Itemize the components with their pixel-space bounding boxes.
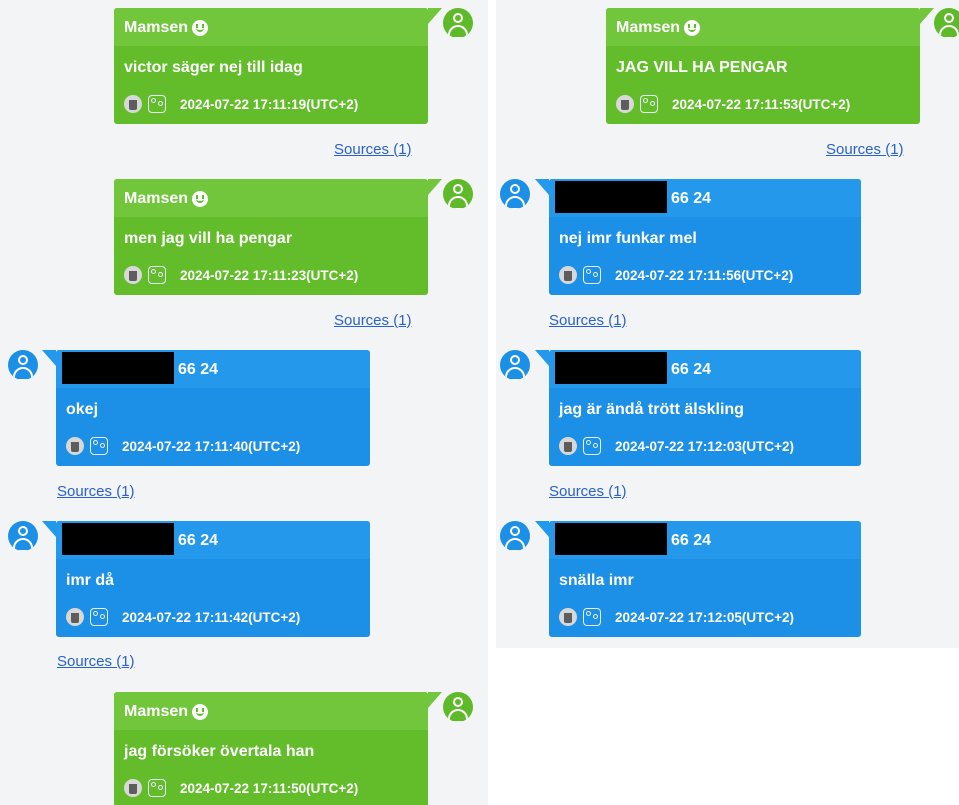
timestamp: 2024-07-22 17:12:03(UTC+2)	[615, 438, 794, 454]
timestamp: 2024-07-22 17:11:53(UTC+2)	[672, 96, 851, 112]
sender-name: Mamsen	[124, 702, 209, 722]
redacted-name	[62, 352, 174, 384]
user-avatar-icon	[443, 8, 473, 38]
timestamp: 2024-07-22 17:12:05(UTC+2)	[615, 609, 794, 625]
trash-icon[interactable]	[66, 437, 84, 455]
message-text: victor säger nej till idag	[124, 59, 303, 76]
phone-number-suffix: 66 24	[671, 361, 712, 378]
message-meta: 2024-07-22 17:11:42(UTC+2)	[66, 607, 300, 627]
people-icon[interactable]	[90, 437, 108, 455]
people-icon[interactable]	[148, 779, 166, 797]
sender-name: Mamsen	[616, 18, 701, 38]
message-text: imr då	[66, 572, 115, 589]
trash-icon[interactable]	[124, 266, 142, 284]
message-text: snälla imr	[559, 572, 634, 589]
redacted-name	[555, 523, 667, 555]
trash-icon[interactable]	[616, 95, 634, 113]
people-icon[interactable]	[583, 437, 601, 455]
timestamp: 2024-07-22 17:11:56(UTC+2)	[615, 267, 794, 283]
sent-message-bubble[interactable]: Mamsen victor säger nej till idag 2024-0…	[114, 8, 442, 124]
people-icon[interactable]	[148, 266, 166, 284]
timestamp: 2024-07-22 17:11:40(UTC+2)	[122, 438, 301, 454]
sources-link[interactable]: Sources (1)	[334, 312, 412, 329]
user-avatar-icon	[8, 350, 38, 380]
message-meta: 2024-07-22 17:11:53(UTC+2)	[616, 94, 850, 114]
message-meta: 2024-07-22 17:12:05(UTC+2)	[559, 607, 794, 627]
user-avatar-icon	[500, 179, 530, 209]
user-avatar-icon	[934, 8, 959, 38]
sources-link[interactable]: Sources (1)	[549, 483, 627, 500]
received-message-bubble[interactable]: 66 24 jag är ändå trött älskling 2024-07…	[535, 350, 861, 466]
trash-icon[interactable]	[559, 266, 577, 284]
sent-message-bubble[interactable]: Mamsen JAG VILL HA PENGAR 2024-07-22 17:…	[606, 8, 934, 124]
smiley-icon	[684, 20, 701, 36]
timestamp: 2024-07-22 17:11:50(UTC+2)	[180, 780, 359, 796]
user-avatar-icon	[8, 521, 38, 551]
phone-number-suffix: 66 24	[671, 190, 712, 207]
message-text: jag försöker övertala han	[124, 743, 315, 760]
smiley-icon	[192, 191, 209, 207]
sources-link[interactable]: Sources (1)	[334, 141, 412, 158]
smiley-icon	[192, 20, 209, 36]
message-meta: 2024-07-22 17:11:19(UTC+2)	[124, 94, 358, 114]
sources-link[interactable]: Sources (1)	[57, 483, 135, 500]
message-meta: 2024-07-22 17:11:50(UTC+2)	[124, 778, 358, 798]
user-avatar-icon	[443, 692, 473, 722]
redacted-name	[62, 523, 174, 555]
message-meta: 2024-07-22 17:11:23(UTC+2)	[124, 265, 358, 285]
people-icon[interactable]	[148, 95, 166, 113]
people-icon[interactable]	[583, 608, 601, 626]
message-text: JAG VILL HA PENGAR	[616, 59, 788, 76]
message-meta: 2024-07-22 17:11:40(UTC+2)	[66, 436, 300, 456]
phone-number-suffix: 66 24	[178, 361, 219, 378]
received-message-bubble[interactable]: 66 24 imr då 2024-07-22 17:11:42(UTC+2)	[42, 521, 370, 637]
sender-name: Mamsen	[124, 189, 209, 209]
received-message-bubble[interactable]: 66 24 okej 2024-07-22 17:11:40(UTC+2)	[42, 350, 370, 466]
user-avatar-icon	[500, 521, 530, 551]
message-meta: 2024-07-22 17:11:56(UTC+2)	[559, 265, 793, 285]
phone-number-suffix: 66 24	[178, 532, 219, 549]
trash-icon[interactable]	[124, 779, 142, 797]
people-icon[interactable]	[640, 95, 658, 113]
user-avatar-icon	[500, 350, 530, 380]
sender-name: Mamsen	[124, 18, 209, 38]
people-icon[interactable]	[583, 266, 601, 284]
sources-link[interactable]: Sources (1)	[549, 312, 627, 329]
sources-link[interactable]: Sources (1)	[57, 653, 135, 670]
chat-panel-left: Mamsen victor säger nej till idag 2024-0…	[0, 0, 488, 805]
timestamp: 2024-07-22 17:11:19(UTC+2)	[180, 96, 359, 112]
received-message-bubble[interactable]: 66 24 nej imr funkar mel 2024-07-22 17:1…	[535, 179, 861, 295]
sent-message-bubble[interactable]: Mamsen jag försöker övertala han 2024-07…	[114, 692, 442, 805]
message-text: jag är ändå trött älskling	[559, 401, 744, 418]
trash-icon[interactable]	[124, 95, 142, 113]
message-text: nej imr funkar mel	[559, 230, 697, 247]
received-message-bubble[interactable]: 66 24 snälla imr 2024-07-22 17:12:05(UTC…	[535, 521, 861, 637]
timestamp: 2024-07-22 17:11:23(UTC+2)	[180, 267, 359, 283]
sent-message-bubble[interactable]: Mamsen men jag vill ha pengar 2024-07-22…	[114, 179, 442, 295]
redacted-name	[555, 181, 667, 213]
timestamp: 2024-07-22 17:11:42(UTC+2)	[122, 609, 301, 625]
message-text: okej	[66, 401, 99, 418]
redacted-name	[555, 352, 667, 384]
user-avatar-icon	[443, 179, 473, 209]
people-icon[interactable]	[90, 608, 108, 626]
trash-icon[interactable]	[66, 608, 84, 626]
trash-icon[interactable]	[559, 608, 577, 626]
smiley-icon	[192, 704, 209, 720]
chat-panel-right: Mamsen JAG VILL HA PENGAR 2024-07-22 17:…	[496, 0, 959, 648]
message-text: men jag vill ha pengar	[124, 230, 293, 247]
sources-link[interactable]: Sources (1)	[826, 141, 904, 158]
message-meta: 2024-07-22 17:12:03(UTC+2)	[559, 436, 794, 456]
phone-number-suffix: 66 24	[671, 532, 712, 549]
trash-icon[interactable]	[559, 437, 577, 455]
